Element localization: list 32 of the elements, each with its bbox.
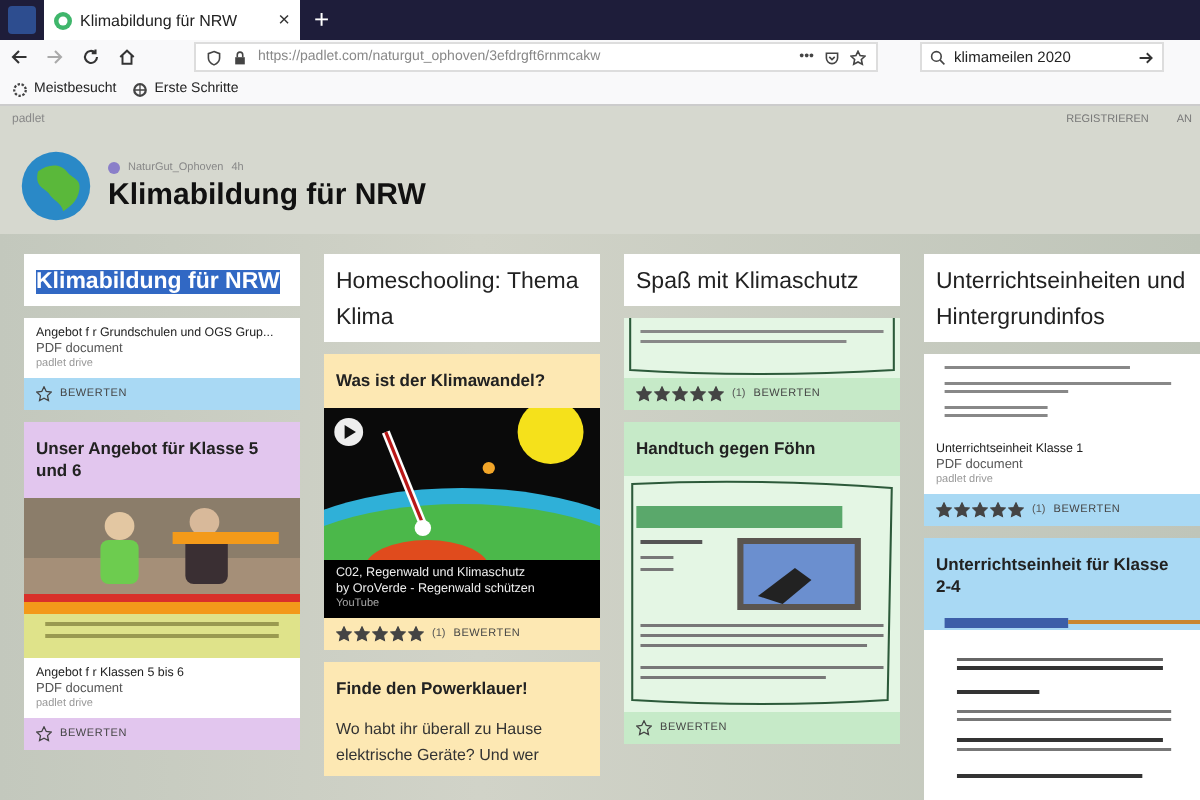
lock-icon [232, 49, 248, 65]
back-icon[interactable] [10, 48, 28, 66]
search-icon [930, 49, 946, 65]
post-title: Finde den Powerklauer! [334, 676, 530, 702]
post-title: Handtuch gegen Föhn [634, 436, 818, 462]
pocket-icon[interactable] [824, 49, 840, 65]
star-icon[interactable] [636, 720, 652, 736]
post-card[interactable]: Finde den Powerklauer! Wo habt ihr überall zu Hause elektrische Geräte? Und wer [324, 662, 600, 776]
star-icon[interactable] [36, 726, 52, 742]
arrow-icon[interactable] [1138, 49, 1154, 65]
reload-icon[interactable] [82, 48, 100, 66]
star-rating[interactable] [336, 626, 424, 642]
bookmark-star-icon[interactable] [850, 49, 866, 65]
column-title: Homeschooling: Thema Klima [336, 270, 579, 330]
column-title: Spaß mit Klimaschutz [636, 270, 859, 294]
star-rating[interactable] [636, 386, 724, 402]
column-title: Unterrichtseinheiten und Hintergrundinfos [936, 270, 1186, 330]
browser-tab[interactable]: Klimabildung für NRW × [44, 0, 300, 40]
star-rating[interactable] [936, 502, 1024, 518]
post-title: Was ist der Klimawandel? [334, 368, 548, 394]
shield-icon [206, 49, 222, 65]
post-title: Unser Angebot für Klasse 5 und 6 [34, 436, 261, 484]
column-title: Klimabildung für NRW [36, 270, 280, 294]
post-card[interactable]: Unterrichtseinheit für Klasse 2-4 [924, 538, 1200, 800]
avatar-icon [108, 161, 120, 173]
close-tab-button[interactable]: × [278, 9, 290, 31]
post-text: Wo habt ihr überall zu Hause elektrische Geräte? Und wer [334, 718, 545, 768]
board-title: Klimabildung für NRW [108, 177, 426, 211]
home-icon[interactable] [118, 48, 136, 66]
post-title: Unterrichtseinheit für Klasse 2-4 [934, 552, 1171, 600]
star-icon[interactable] [36, 386, 52, 402]
new-tab-button[interactable]: + [300, 0, 344, 40]
